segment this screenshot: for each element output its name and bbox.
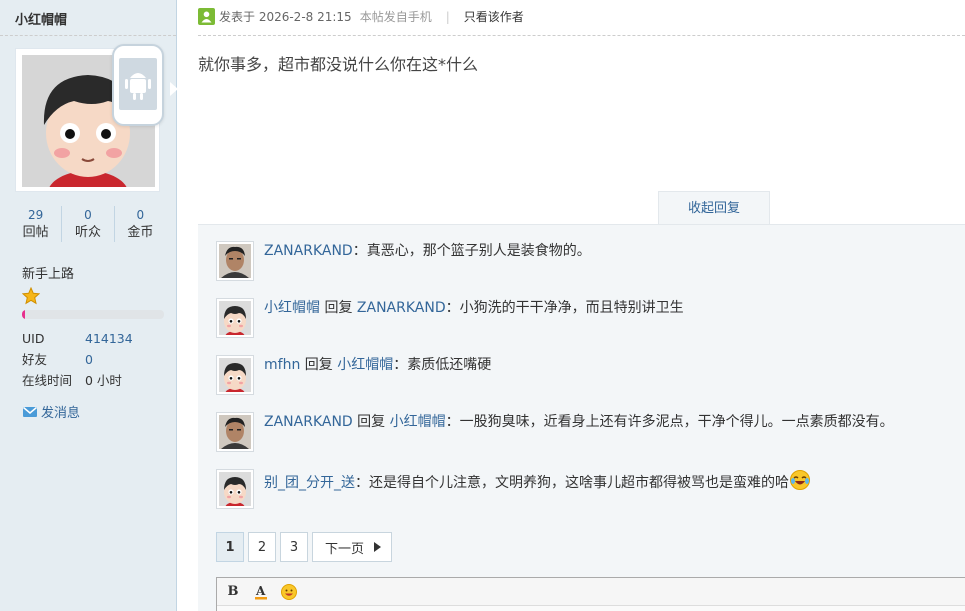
stat-coins[interactable]: 0 金币: [115, 206, 166, 242]
reply-word: 回复: [352, 414, 390, 430]
pagination: 1 2 3 下一页: [216, 532, 393, 562]
stat-followers[interactable]: 0 听众: [62, 206, 115, 242]
reply-body: ：小狗洗的干干净净，而且特别讲卫生: [445, 300, 684, 316]
post-meta: 发表于 2026-2-8 21:15 本帖发自手机 | 只看该作者: [198, 8, 524, 25]
username[interactable]: 小红帽帽: [0, 0, 176, 36]
next-page-label: 下一页: [325, 541, 365, 557]
page-2-button[interactable]: 2: [248, 532, 276, 562]
envelope-icon: [23, 406, 37, 417]
stat-posts-count[interactable]: 29: [10, 206, 61, 224]
user-rank: 新手上路: [22, 267, 75, 282]
send-message-button[interactable]: 发消息: [22, 402, 80, 421]
author-only-link[interactable]: 只看该作者: [464, 8, 524, 25]
reply-body: ：素质低还嘴硬: [393, 357, 492, 373]
post-body: 就你事多，超市都没说什么你在这*什么: [198, 55, 479, 74]
info-row-friends: 好友 0: [22, 349, 172, 370]
emoji-button[interactable]: [280, 583, 298, 601]
stat-followers-count[interactable]: 0: [62, 206, 113, 224]
reply-to-username-link[interactable]: 小红帽帽: [390, 414, 446, 430]
bold-button[interactable]: B: [224, 583, 242, 601]
level-progress-fill: [22, 310, 25, 319]
reply-username-link[interactable]: 小红帽帽: [264, 300, 320, 316]
reply-text: 别_团_分开_送：还是得自个儿注意，文明养狗，这啥事儿超市都得被骂也是蛮难的哈: [264, 469, 811, 497]
mobile-device-icon: [112, 44, 164, 126]
editor-toolbar: B A: [217, 578, 965, 606]
next-page-button[interactable]: 下一页: [312, 532, 393, 562]
level-progress-bar: [22, 310, 164, 319]
stat-followers-label: 听众: [74, 225, 101, 240]
send-message-label: 发消息: [41, 406, 81, 421]
reply-body: ：真恶心，那个篮子别人是装食物的。: [352, 243, 591, 259]
info-key-online-time: 在线时间: [22, 373, 73, 388]
reply-body: ：一股狗臭味，近看身上还有许多泥点，干净个得儿。一点素质都没有。: [445, 414, 894, 430]
reply-item: mfhn 回复 小红帽帽：素质低还嘴硬: [216, 355, 491, 395]
reply-item: ZANARKAND：真恶心，那个篮子别人是装食物的。: [216, 241, 591, 281]
reply-list: ZANARKAND：真恶心，那个篮子别人是装食物的。 小红帽帽 回复 ZANARK…: [198, 224, 965, 611]
meta-separator: |: [445, 9, 450, 24]
info-value-uid[interactable]: 414134: [85, 328, 133, 349]
page-3-button[interactable]: 3: [280, 532, 308, 562]
reply-username-link[interactable]: ZANARKAND: [264, 414, 353, 430]
svg-text:A: A: [255, 584, 266, 598]
triangle-right-icon: [374, 542, 382, 552]
laughing-crying-emoji-icon: [789, 469, 811, 497]
reply-item: 小红帽帽 回复 ZANARKAND：小狗洗的干干净净，而且特别讲卫生: [216, 298, 684, 338]
reply-text: ZANARKAND 回复 小红帽帽：一股狗臭味，近看身上还有许多泥点，干净个得儿…: [264, 412, 894, 432]
info-value-friends[interactable]: 0: [85, 349, 93, 370]
user-sidebar: 小红帽帽 29 回帖 0 听众 0 金币 新手上路 UID 414134 好友 …: [0, 0, 178, 611]
reply-body: ：还是得自个儿注意，文明养狗，这啥事儿超市都得被骂也是蛮难的哈: [355, 475, 789, 491]
reply-item: 别_团_分开_送：还是得自个儿注意，文明养狗，这啥事儿超市都得被骂也是蛮难的哈: [216, 469, 811, 509]
reply-text: mfhn 回复 小红帽帽：素质低还嘴硬: [264, 355, 491, 375]
reply-to-username-link[interactable]: ZANARKAND: [357, 300, 446, 316]
post-divider: [198, 35, 965, 36]
info-key-friends: 好友: [22, 352, 48, 367]
info-row-online-time: 在线时间 0 小时: [22, 370, 172, 391]
post-device: 本帖发自手机: [359, 10, 432, 24]
online-user-icon: [198, 8, 215, 25]
stat-posts[interactable]: 29 回帖: [10, 206, 63, 242]
user-stats: 29 回帖 0 听众 0 金币: [10, 206, 166, 242]
reply-to-username-link[interactable]: 小红帽帽: [337, 357, 393, 373]
reply-username-link[interactable]: mfhn: [264, 357, 300, 373]
reply-text: 小红帽帽 回复 ZANARKAND：小狗洗的干干净净，而且特别讲卫生: [264, 298, 684, 318]
page-1-button[interactable]: 1: [216, 532, 244, 562]
reply-avatar[interactable]: [216, 412, 254, 452]
reply-avatar[interactable]: [216, 469, 254, 509]
stat-posts-label: 回帖: [22, 225, 49, 240]
reply-avatar[interactable]: [216, 241, 254, 281]
font-color-button[interactable]: A: [252, 583, 270, 601]
reply-editor[interactable]: B A: [216, 577, 965, 611]
avatar-pointer: [170, 82, 178, 96]
reply-item: ZANARKAND 回复 小红帽帽：一股狗臭味，近看身上还有许多泥点，干净个得儿…: [216, 412, 894, 452]
reply-word: 回复: [320, 300, 357, 316]
stat-coins-count[interactable]: 0: [115, 206, 166, 224]
post-timestamp: 发表于 2026-2-8 21:15: [219, 10, 352, 24]
collapse-replies-button[interactable]: 收起回复: [658, 191, 770, 225]
info-key-uid: UID: [22, 331, 45, 346]
reply-avatar[interactable]: [216, 298, 254, 338]
stat-coins-label: 金币: [127, 225, 154, 240]
reply-avatar[interactable]: [216, 355, 254, 395]
reply-word: 回复: [300, 357, 338, 373]
reply-username-link[interactable]: ZANARKAND: [264, 243, 353, 259]
reply-text: ZANARKAND：真恶心，那个篮子别人是装食物的。: [264, 241, 591, 261]
info-value-online-time: 0 小时: [85, 373, 122, 388]
info-row-uid: UID 414134: [22, 328, 172, 349]
user-info: UID 414134 好友 0 在线时间 0 小时: [22, 328, 172, 391]
post-main: 发表于 2026-2-8 21:15 本帖发自手机 | 只看该作者 就你事多，超…: [178, 0, 965, 611]
star-icon: [21, 286, 41, 305]
reply-username-link[interactable]: 别_团_分开_送: [264, 475, 355, 491]
